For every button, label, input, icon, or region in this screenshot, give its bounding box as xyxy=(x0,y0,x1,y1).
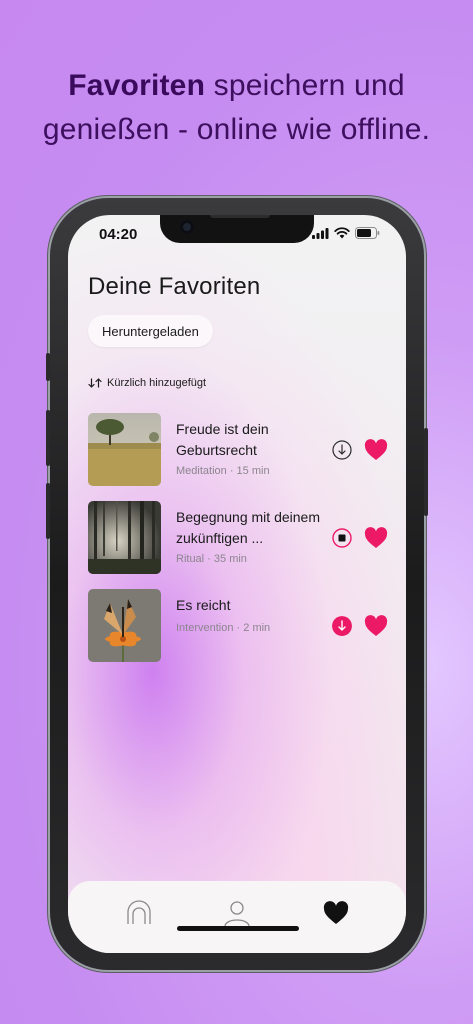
mute-switch xyxy=(46,353,50,381)
favorite-category: Ritual xyxy=(176,553,205,565)
speaker xyxy=(210,215,270,218)
volume-down-button xyxy=(46,483,50,539)
favorite-duration: 35 min xyxy=(213,553,247,565)
tab-bar xyxy=(68,881,406,953)
battery-icon xyxy=(355,227,380,239)
heart-icon[interactable] xyxy=(364,527,388,549)
profile-icon[interactable] xyxy=(223,899,251,927)
favorite-item[interactable]: Es reicht Intervention · 2 min xyxy=(88,589,393,663)
favorite-title: Freude ist dein Geburtsrecht xyxy=(176,421,269,458)
page-title: Deine Favoriten xyxy=(88,273,261,300)
favorite-meta: Intervention · 2 min xyxy=(176,622,271,634)
filter-chip-label: Heruntergeladen xyxy=(102,323,199,339)
promo-headline: Favoriten speichern und genießen - onlin… xyxy=(0,64,473,152)
favorite-title: Begegnung mit deinem zukünftigen ... xyxy=(176,509,320,546)
front-camera xyxy=(180,220,194,234)
signal-icon xyxy=(312,227,329,239)
headline-line2: genießen - online wie offline. xyxy=(42,113,431,146)
favorite-item[interactable]: Begegnung mit deinem zukünftigen ... Rit… xyxy=(88,501,393,575)
filter-chip-downloaded[interactable]: Heruntergeladen xyxy=(88,315,213,347)
downloaded-icon[interactable] xyxy=(332,616,352,636)
power-button xyxy=(424,428,428,516)
headline-bold: Favoriten xyxy=(68,69,206,102)
sort-arrows-icon xyxy=(88,378,102,388)
favorite-duration: 15 min xyxy=(236,465,270,477)
heart-icon[interactable] xyxy=(322,899,350,927)
favorite-duration: 2 min xyxy=(243,622,271,634)
headline-line1: speichern und xyxy=(205,69,405,102)
phone-frame: 04:20 Deine Favoriten Heruntergeladen Kü… xyxy=(46,198,428,970)
app-screen: 04:20 Deine Favoriten Heruntergeladen Kü… xyxy=(68,215,406,953)
favorite-meta: Ritual · 35 min xyxy=(176,553,247,565)
thumbnail-butterfly-on-flower xyxy=(88,589,161,662)
favorite-meta: Meditation · 15 min xyxy=(176,465,270,477)
volume-up-button xyxy=(46,410,50,466)
sort-control[interactable]: Kürzlich hinzugefügt xyxy=(88,377,206,389)
wifi-icon xyxy=(334,227,350,239)
status-time: 04:20 xyxy=(99,226,138,243)
notch xyxy=(160,215,314,243)
favorite-item[interactable]: Freude ist dein Geburtsrecht Meditation … xyxy=(88,413,393,487)
home-indicator xyxy=(177,926,299,931)
thumbnail-tree-in-field xyxy=(88,413,161,486)
favorite-category: Intervention xyxy=(176,622,234,634)
download-icon[interactable] xyxy=(332,440,352,460)
sort-label: Kürzlich hinzugefügt xyxy=(107,377,207,389)
thumbnail-misty-forest xyxy=(88,501,161,574)
stop-download-icon[interactable] xyxy=(332,528,352,548)
favorite-title: Es reicht xyxy=(176,597,231,613)
favorite-category: Meditation xyxy=(176,465,227,477)
heart-icon[interactable] xyxy=(364,615,388,637)
heart-icon[interactable] xyxy=(364,439,388,461)
status-icons xyxy=(312,227,380,239)
home-icon[interactable] xyxy=(125,899,153,927)
